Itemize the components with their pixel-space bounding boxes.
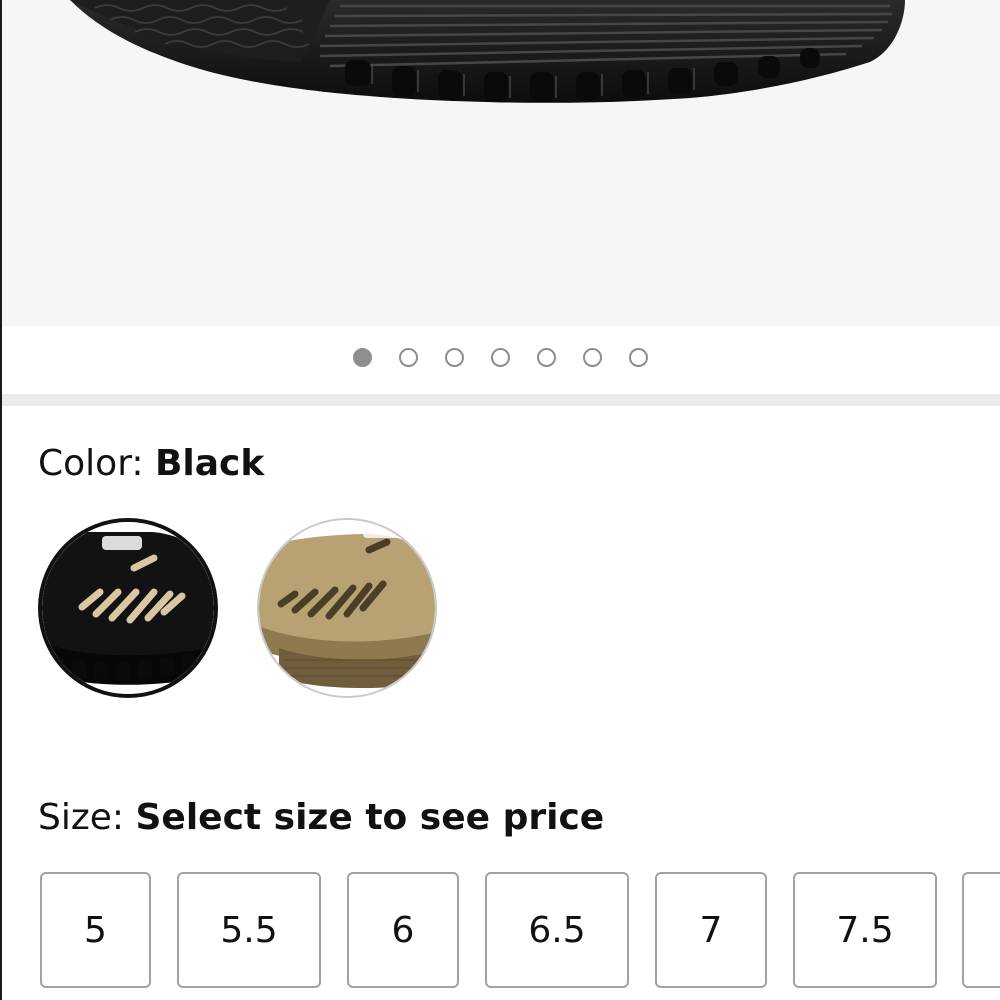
section-divider (0, 394, 1000, 406)
size-options: 5 5.5 6 6.5 7 7.5 (40, 872, 1000, 990)
selected-color-name: Black (154, 443, 265, 484)
size-option-5-5[interactable]: 5.5 (177, 872, 321, 988)
pager-dot-6[interactable] (582, 348, 602, 367)
pager-dot-3[interactable] (444, 348, 464, 367)
tan-shoe-thumbnail (259, 520, 435, 696)
color-label: Color: Black (38, 440, 264, 488)
size-option-7[interactable]: 7 (655, 872, 767, 988)
size-label: Size: Select size to see price (38, 794, 604, 842)
size-label-key: Size: (38, 797, 125, 838)
size-option-5[interactable]: 5 (40, 872, 151, 988)
pager-dots (0, 348, 1000, 367)
pager-dot-4[interactable] (490, 348, 510, 367)
pager-dot-1[interactable] (352, 348, 372, 367)
size-option-6[interactable]: 6 (347, 872, 459, 988)
shoe-sole-image (70, 0, 905, 103)
black-shoe-thumbnail (42, 522, 214, 694)
pager-dot-5[interactable] (536, 348, 556, 367)
color-swatch-black[interactable] (38, 518, 218, 698)
window-edge (0, 0, 2, 1000)
size-option-partial[interactable] (962, 872, 1000, 988)
size-prompt: Select size to see price (135, 797, 605, 838)
color-label-key: Color: (38, 443, 144, 484)
product-page: Color: Black Size: Select size to see pr… (0, 0, 1000, 1000)
pager-dot-7[interactable] (628, 348, 648, 367)
size-option-7-5[interactable]: 7.5 (793, 872, 937, 988)
image-pager (0, 326, 1000, 394)
product-image[interactable] (0, 0, 1000, 326)
pager-dot-2[interactable] (398, 348, 418, 367)
color-swatch-tan[interactable] (257, 518, 437, 698)
size-option-6-5[interactable]: 6.5 (485, 872, 629, 988)
